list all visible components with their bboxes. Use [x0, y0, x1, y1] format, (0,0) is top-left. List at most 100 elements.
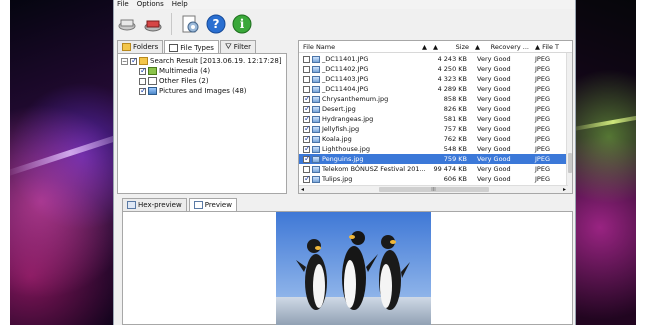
checkbox[interactable] [303, 125, 311, 133]
file-name: Chrysanthemum.jpg [322, 95, 389, 103]
file-size: 99 474 KB [433, 165, 467, 173]
file-row[interactable]: Desert.jpg 826 KB Very Good JPEG [299, 104, 568, 114]
recovery-status: Very Good [477, 125, 511, 133]
file-row[interactable]: _DC11402.JPG 4 250 KB Very Good JPEG [299, 64, 568, 74]
checkbox[interactable] [303, 105, 311, 113]
file-size: 606 KB [443, 175, 467, 183]
tree-label: Pictures and Images (48) [159, 87, 247, 95]
help-icon[interactable]: ? [206, 14, 226, 34]
tab-label: Folders [133, 43, 159, 51]
recovery-status: Very Good [477, 95, 511, 103]
file-row[interactable]: Penguins.jpg 759 KB Very Good JPEG [299, 154, 568, 164]
file-size: 4 250 KB [437, 65, 467, 73]
scroll-thumb[interactable]: III [378, 187, 489, 193]
checkbox[interactable] [303, 165, 310, 173]
image-file-icon [312, 125, 320, 133]
folder-icon [139, 57, 148, 65]
wallpaper-left [10, 0, 138, 325]
file-row[interactable]: _DC11403.JPG 4 323 KB Very Good JPEG [299, 74, 568, 84]
file-size: 759 KB [443, 155, 467, 163]
multimedia-icon [148, 67, 157, 75]
collapse-toggle[interactable]: − [121, 57, 128, 65]
scroll-right-icon[interactable]: ▸ [563, 186, 566, 193]
file-row[interactable]: Hydrangeas.jpg 581 KB Very Good JPEG [299, 114, 568, 124]
file-type: JPEG [535, 75, 550, 83]
file-type: JPEG [535, 105, 550, 113]
info-icon[interactable]: i [232, 14, 252, 34]
file-name-cell: _DC11402.JPG [299, 65, 433, 73]
hex-icon [127, 201, 136, 209]
tab-file-types[interactable]: File Types [164, 40, 219, 54]
file-name: Tulips.jpg [322, 175, 353, 183]
file-name-cell: _DC11401.JPG [299, 55, 433, 63]
file-row[interactable]: Jellyfish.jpg 757 KB Very Good JPEG [299, 124, 568, 134]
recover-all-icon[interactable] [143, 14, 163, 34]
file-row[interactable]: _DC11401.JPG 4 243 KB Very Good JPEG [299, 54, 568, 64]
left-panel: Folders File Types ⛛ Filter − Search Res… [117, 40, 287, 194]
vertical-scrollbar[interactable] [566, 53, 572, 193]
file-size: 4 323 KB [437, 75, 467, 83]
tree-node-search-result[interactable]: − Search Result [2013.06.19. 12:17:28] [121, 56, 283, 66]
recovery-status: Very Good [477, 85, 511, 93]
checkbox[interactable] [130, 56, 138, 66]
tree-node-other-files[interactable]: Other Files (2) [121, 76, 283, 86]
checkbox[interactable] [303, 65, 310, 73]
file-size: 762 KB [443, 135, 467, 143]
horizontal-scrollbar[interactable]: ◂ III ▸ [299, 185, 568, 193]
image-file-icon [312, 145, 320, 153]
checkbox[interactable] [303, 145, 311, 153]
settings-icon[interactable] [180, 14, 200, 34]
svg-text:i: i [240, 17, 245, 31]
toolbar: ? i [117, 12, 252, 36]
image-file-icon [312, 135, 320, 143]
tab-filter[interactable]: ⛛ Filter [219, 40, 257, 53]
menu-options[interactable]: Options [137, 0, 164, 9]
file-type-tree: − Search Result [2013.06.19. 12:17:28] M… [117, 53, 287, 194]
menu-file[interactable]: File [117, 0, 129, 9]
file-row[interactable]: Lighthouse.jpg 548 KB Very Good JPEG [299, 144, 568, 154]
file-type: JPEG [535, 65, 550, 73]
scroll-thumb[interactable] [568, 153, 572, 173]
checkbox[interactable] [303, 95, 311, 103]
menu-bar: File Options Help [114, 0, 575, 9]
file-name: Telekom BÓNUSZ Festival 201... [322, 165, 426, 173]
file-row[interactable]: Koala.jpg 762 KB Very Good JPEG [299, 134, 568, 144]
file-row[interactable]: Tulips.jpg 606 KB Very Good JPEG [299, 174, 568, 184]
tab-preview[interactable]: Preview [188, 198, 237, 211]
tree-node-pictures[interactable]: Pictures and Images (48) [121, 86, 283, 96]
checkbox[interactable] [139, 66, 147, 76]
recover-icon[interactable] [117, 14, 137, 34]
column-header-size[interactable]: ▲ Size [433, 43, 473, 51]
checkbox[interactable] [139, 77, 146, 85]
checkbox[interactable] [303, 135, 311, 143]
file-type: JPEG [535, 155, 550, 163]
file-size: 548 KB [443, 145, 467, 153]
column-header-file-type[interactable]: ▲ File T [533, 43, 566, 51]
tab-hex-preview[interactable]: Hex-preview [122, 198, 187, 211]
file-row[interactable]: Chrysanthemum.jpg 858 KB Very Good JPEG [299, 94, 568, 104]
checkbox[interactable] [303, 115, 311, 123]
image-file-icon [312, 115, 320, 123]
file-row[interactable]: _DC11404.JPG 4 289 KB Very Good JPEG [299, 84, 568, 94]
column-header-recovery[interactable]: ▲ Recovery ... [473, 43, 533, 51]
document-icon [148, 77, 157, 85]
menu-help[interactable]: Help [172, 0, 188, 9]
checkbox[interactable] [139, 86, 147, 96]
checkbox[interactable] [303, 85, 310, 93]
file-row[interactable]: Telekom BÓNUSZ Festival 201... 99 474 KB V… [299, 164, 568, 174]
checkbox[interactable] [303, 75, 310, 83]
tree-node-multimedia[interactable]: Multimedia (4) [121, 66, 283, 76]
checkbox[interactable] [303, 175, 311, 183]
checkbox[interactable] [303, 155, 311, 163]
tab-folders[interactable]: Folders [117, 40, 164, 53]
column-header-file-name[interactable]: File Name ▲ [299, 43, 433, 51]
tab-label: Hex-preview [138, 201, 182, 209]
file-list: _DC11401.JPG 4 243 KB Very Good JPEG _DC1140… [299, 54, 568, 184]
left-tabs: Folders File Types ⛛ Filter [117, 40, 287, 54]
scroll-left-icon[interactable]: ◂ [301, 186, 304, 193]
image-file-icon [312, 75, 320, 83]
checkbox[interactable] [303, 55, 310, 63]
image-file-icon [312, 105, 320, 113]
file-list-header: File Name ▲ ▲ Size ▲ Recovery ... ▲ File T [299, 41, 572, 53]
image-file-icon [312, 85, 320, 93]
